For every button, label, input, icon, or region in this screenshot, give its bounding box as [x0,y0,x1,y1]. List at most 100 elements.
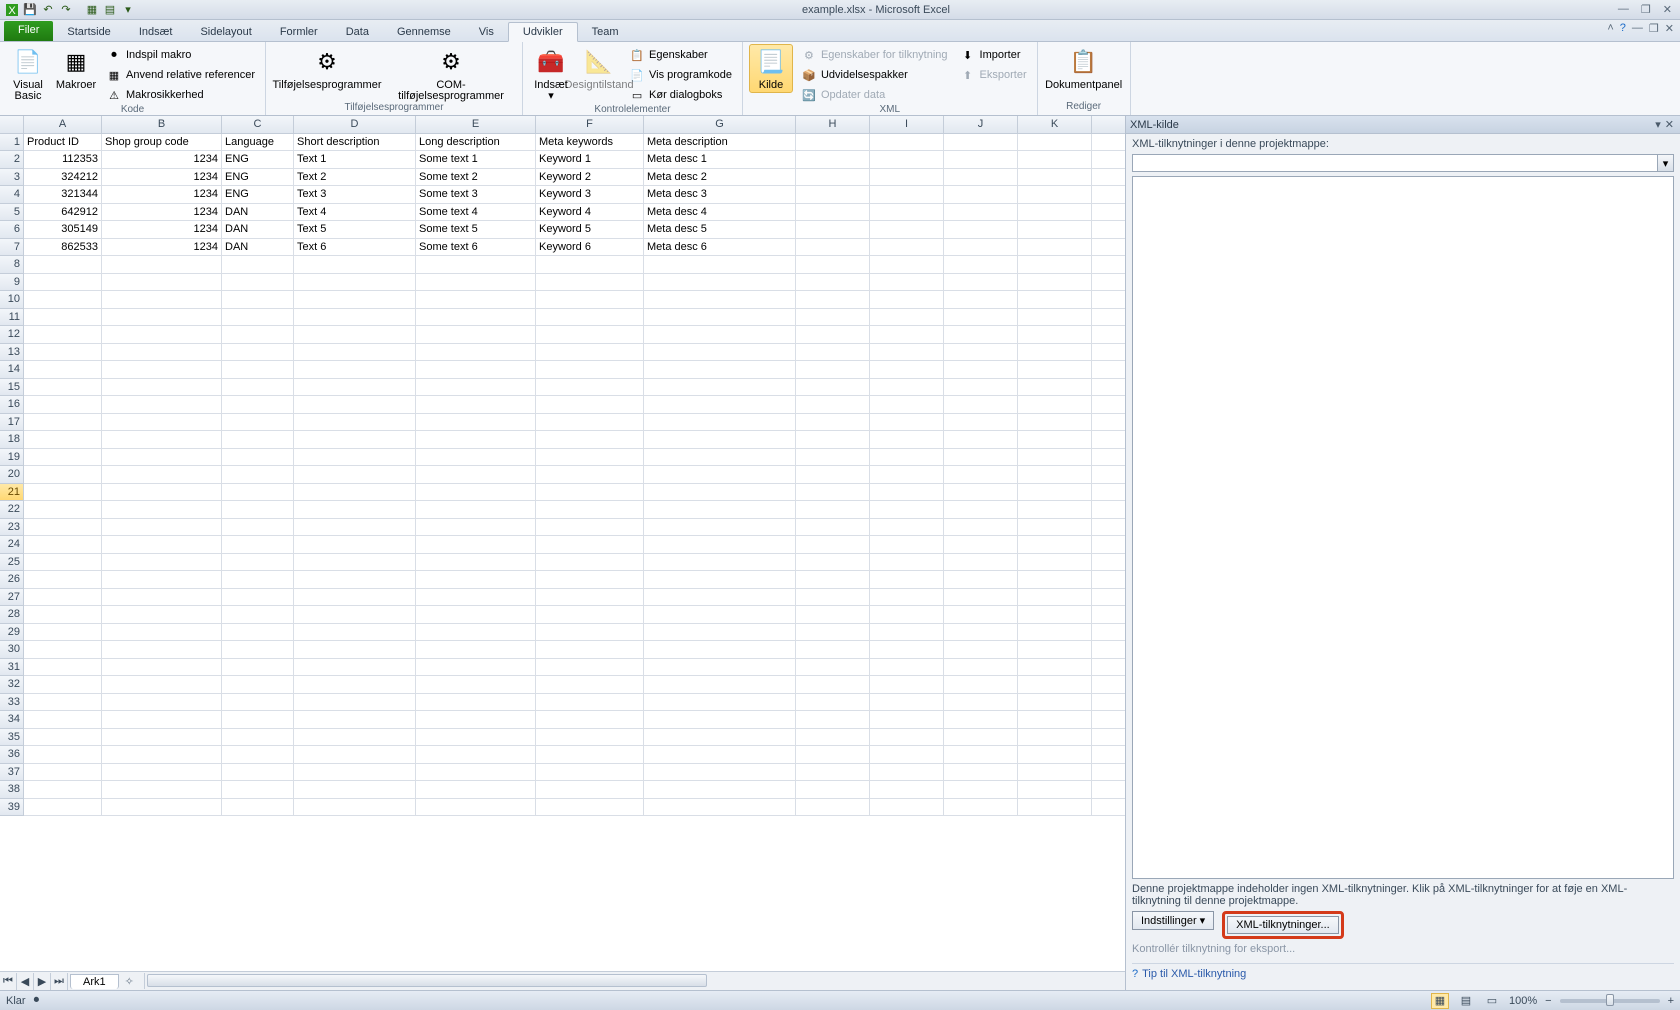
cell[interactable] [796,711,870,729]
cell[interactable] [796,676,870,694]
cell[interactable] [294,729,416,747]
cell[interactable] [416,431,536,449]
cell[interactable] [294,274,416,292]
cell[interactable] [1018,781,1092,799]
cell[interactable]: Text 5 [294,221,416,239]
cell[interactable] [24,589,102,607]
cell[interactable] [294,344,416,362]
row-header[interactable]: 6 [0,221,24,239]
cell[interactable] [1018,291,1092,309]
cell[interactable] [222,291,294,309]
cell[interactable] [536,624,644,642]
cell[interactable] [294,501,416,519]
cell[interactable] [102,431,222,449]
cell[interactable] [870,484,944,502]
cell[interactable]: Meta desc 1 [644,151,796,169]
cell[interactable] [24,606,102,624]
cell[interactable] [870,414,944,432]
cell[interactable] [870,134,944,152]
row-header[interactable]: 37 [0,764,24,782]
cell[interactable] [870,239,944,257]
row-header[interactable]: 32 [0,676,24,694]
cell[interactable]: Text 2 [294,169,416,187]
cell[interactable] [644,729,796,747]
row-header[interactable]: 10 [0,291,24,309]
column-header[interactable]: B [102,116,222,134]
cell[interactable] [1092,711,1125,729]
column-header[interactable]: C [222,116,294,134]
row-header[interactable]: 2 [0,151,24,169]
cell[interactable]: Keyword 5 [536,221,644,239]
cell[interactable] [24,379,102,397]
pagebreak-view-button[interactable]: ▭ [1483,993,1501,1009]
properties-button[interactable]: 📋Egenskaber [625,46,736,64]
cell[interactable] [944,291,1018,309]
cell[interactable] [1092,484,1125,502]
qat-item-icon[interactable]: ▦ [84,2,100,18]
cell[interactable] [222,484,294,502]
cell[interactable] [416,694,536,712]
cell[interactable] [294,659,416,677]
cell[interactable] [644,676,796,694]
cell[interactable] [416,449,536,467]
cell[interactable] [870,151,944,169]
cell[interactable] [24,519,102,537]
cell[interactable] [944,256,1018,274]
cell[interactable] [1018,239,1092,257]
normal-view-button[interactable]: ▦ [1431,993,1449,1009]
cell[interactable] [24,484,102,502]
cell[interactable] [536,274,644,292]
mdi-minimize-icon[interactable]: ― [1632,22,1643,35]
cell[interactable]: Text 4 [294,204,416,222]
cell[interactable] [222,519,294,537]
cell[interactable] [944,571,1018,589]
cell[interactable] [644,326,796,344]
cell[interactable] [644,519,796,537]
cell[interactable]: 1234 [102,239,222,257]
undo-icon[interactable]: ↶ [40,2,56,18]
cell[interactable] [222,781,294,799]
cell[interactable] [1092,519,1125,537]
view-code-button[interactable]: 📄Vis programkode [625,66,736,84]
cell[interactable] [1018,589,1092,607]
cell[interactable] [644,256,796,274]
cell[interactable] [944,326,1018,344]
cell[interactable] [294,431,416,449]
cell[interactable] [796,466,870,484]
cell[interactable] [416,291,536,309]
cell[interactable]: Some text 2 [416,169,536,187]
xml-tip-link[interactable]: ? Tip til XML-tilknytning [1132,963,1674,986]
cell[interactable] [644,309,796,327]
row-header[interactable]: 14 [0,361,24,379]
cell[interactable]: Meta desc 4 [644,204,796,222]
row-header[interactable]: 25 [0,554,24,572]
cell[interactable] [796,239,870,257]
spreadsheet-grid[interactable]: ABCDEFGHIJKL1Product IDShop group codeLa… [0,116,1125,971]
run-dialog-button[interactable]: ▭Kør dialogboks [625,86,736,104]
cell[interactable] [24,641,102,659]
cell[interactable] [1092,396,1125,414]
cell[interactable] [536,676,644,694]
cell[interactable] [1018,746,1092,764]
cell[interactable] [944,554,1018,572]
cell[interactable] [944,274,1018,292]
cell[interactable] [944,309,1018,327]
cell[interactable] [536,571,644,589]
cell[interactable] [944,186,1018,204]
map-properties-button[interactable]: ⚙Egenskaber for tilknytning [797,46,952,64]
cell[interactable] [102,694,222,712]
cell[interactable] [1018,396,1092,414]
row-header[interactable]: 4 [0,186,24,204]
cell[interactable] [222,449,294,467]
cell[interactable] [222,641,294,659]
cell[interactable] [102,676,222,694]
cell[interactable] [870,379,944,397]
cell[interactable] [102,746,222,764]
cell[interactable] [796,729,870,747]
cell[interactable] [294,466,416,484]
cell[interactable] [24,676,102,694]
xml-maps-button[interactable]: XML-tilknytninger... [1227,916,1339,934]
zoom-in-button[interactable]: + [1668,995,1674,1007]
cell[interactable]: Keyword 4 [536,204,644,222]
cell[interactable] [870,309,944,327]
